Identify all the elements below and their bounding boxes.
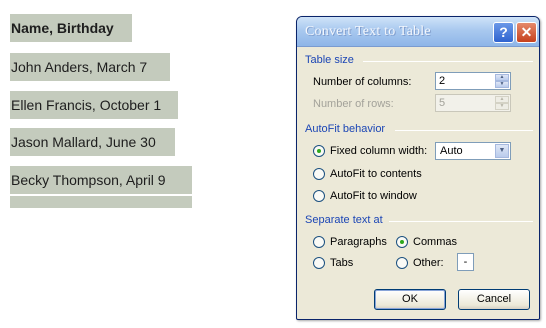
spin-up-icon[interactable]: ▲ — [495, 74, 509, 81]
convert-text-dialog: Convert Text to Table ? ✕ Table size Num… — [296, 16, 540, 320]
autofit-contents-label[interactable]: AutoFit to contents — [330, 168, 422, 180]
divider — [363, 61, 533, 62]
spin-down-icon: ▼ — [495, 103, 509, 110]
rows-spinner: 5 ▲ ▼ — [435, 94, 511, 112]
autofit-window-radio[interactable] — [313, 190, 325, 202]
rows-value: 5 — [439, 97, 446, 109]
commas-radio[interactable] — [396, 236, 408, 248]
doc-line-2[interactable]: Ellen Francis, October 1 — [10, 91, 178, 119]
fixed-width-radio[interactable] — [313, 145, 325, 157]
ok-button[interactable]: OK — [374, 289, 446, 310]
doc-line-header[interactable]: Name, Birthday — [10, 14, 132, 42]
cancel-button[interactable]: Cancel — [458, 289, 530, 310]
doc-line-4[interactable]: Becky Thompson, April 9 — [10, 166, 192, 194]
fixed-width-label[interactable]: Fixed column width: — [330, 145, 427, 157]
help-icon[interactable]: ? — [493, 22, 514, 43]
dialog-titlebar[interactable]: Convert Text to Table ? ✕ — [297, 17, 539, 47]
other-input[interactable]: - — [457, 253, 474, 271]
other-radio[interactable] — [396, 257, 408, 269]
selection-highlight — [10, 196, 192, 208]
fixed-width-value: Auto — [440, 145, 463, 157]
dialog-title: Convert Text to Table — [305, 24, 431, 39]
columns-spinner[interactable]: 2 ▲ ▼ — [435, 72, 511, 90]
separate-label: Separate text at — [305, 214, 383, 226]
close-icon[interactable]: ✕ — [516, 22, 537, 43]
paragraphs-label[interactable]: Paragraphs — [330, 236, 387, 248]
other-label[interactable]: Other: — [413, 257, 444, 269]
autofit-window-label[interactable]: AutoFit to window — [330, 190, 417, 202]
doc-line-3[interactable]: Jason Mallard, June 30 — [10, 128, 175, 156]
fixed-width-combo[interactable]: Auto ▼ — [435, 142, 511, 160]
columns-label: Number of columns: — [313, 76, 412, 88]
divider — [395, 130, 533, 131]
spin-down-icon[interactable]: ▼ — [495, 81, 509, 88]
autofit-contents-radio[interactable] — [313, 168, 325, 180]
autofit-label: AutoFit behavior — [305, 123, 386, 135]
tabs-radio[interactable] — [313, 257, 325, 269]
commas-label[interactable]: Commas — [413, 236, 457, 248]
table-size-label: Table size — [305, 54, 354, 66]
document-area: Name, Birthday John Anders, March 7 Elle… — [0, 0, 280, 328]
doc-line-1[interactable]: John Anders, March 7 — [10, 53, 170, 81]
rows-label: Number of rows: — [313, 98, 394, 110]
divider — [389, 221, 533, 222]
spin-up-icon: ▲ — [495, 96, 509, 103]
chevron-down-icon[interactable]: ▼ — [495, 144, 509, 158]
paragraphs-radio[interactable] — [313, 236, 325, 248]
columns-value: 2 — [439, 75, 446, 87]
spinner-arrows[interactable]: ▲ ▼ — [495, 74, 509, 88]
spinner-arrows: ▲ ▼ — [495, 96, 509, 110]
tabs-label[interactable]: Tabs — [330, 257, 353, 269]
